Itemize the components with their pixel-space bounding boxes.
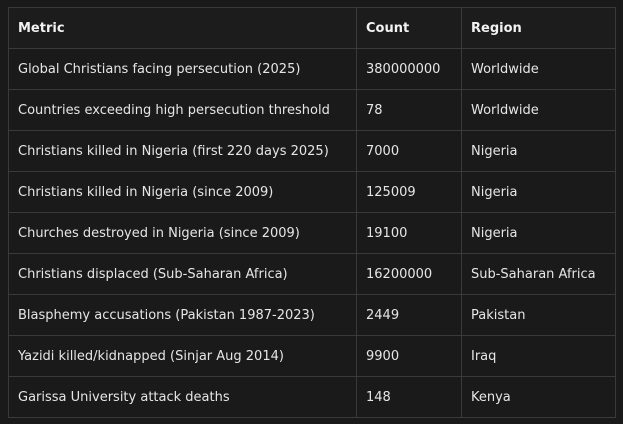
cell-count: 380000000 (356, 48, 462, 90)
cell-count: 125009 (356, 171, 462, 213)
cell-metric: Churches destroyed in Nigeria (since 200… (8, 212, 357, 254)
cell-metric: Countries exceeding high persecution thr… (8, 89, 357, 131)
cell-count: 78 (356, 89, 462, 131)
cell-region: Nigeria (461, 171, 616, 213)
table-row: Yazidi killed/kidnapped (Sinjar Aug 2014… (8, 335, 616, 377)
cell-region: Nigeria (461, 212, 616, 254)
cell-region: Worldwide (461, 48, 616, 90)
cell-count: 19100 (356, 212, 462, 254)
cell-region: Worldwide (461, 89, 616, 131)
cell-metric: Blasphemy accusations (Pakistan 1987-202… (8, 294, 357, 336)
table-row: Blasphemy accusations (Pakistan 1987-202… (8, 294, 616, 336)
table-row: Global Christians facing persecution (20… (8, 48, 616, 90)
cell-count: 148 (356, 376, 462, 418)
table-row: Churches destroyed in Nigeria (since 200… (8, 212, 616, 254)
cell-count: 2449 (356, 294, 462, 336)
cell-region: Pakistan (461, 294, 616, 336)
cell-region: Kenya (461, 376, 616, 418)
column-header-count[interactable]: Count (356, 7, 462, 49)
column-header-region[interactable]: Region (461, 7, 616, 49)
cell-metric: Garissa University attack deaths (8, 376, 357, 418)
cell-region: Nigeria (461, 130, 616, 172)
cell-region: Iraq (461, 335, 616, 377)
table-row: Christians killed in Nigeria (first 220 … (8, 130, 616, 172)
cell-metric: Christians killed in Nigeria (since 2009… (8, 171, 357, 213)
cell-metric: Christians displaced (Sub-Saharan Africa… (8, 253, 357, 295)
cell-count: 16200000 (356, 253, 462, 295)
table-header-row: Metric Count Region (8, 7, 616, 49)
cell-metric: Yazidi killed/kidnapped (Sinjar Aug 2014… (8, 335, 357, 377)
table-row: Christians killed in Nigeria (since 2009… (8, 171, 616, 213)
data-table-container: Metric Count Region Global Christians fa… (8, 7, 616, 418)
table-row: Christians displaced (Sub-Saharan Africa… (8, 253, 616, 295)
cell-count: 7000 (356, 130, 462, 172)
cell-metric: Global Christians facing persecution (20… (8, 48, 357, 90)
column-header-metric[interactable]: Metric (8, 7, 357, 49)
table-row: Garissa University attack deaths 148 Ken… (8, 376, 616, 418)
cell-count: 9900 (356, 335, 462, 377)
cell-region: Sub-Saharan Africa (461, 253, 616, 295)
cell-metric: Christians killed in Nigeria (first 220 … (8, 130, 357, 172)
table-row: Countries exceeding high persecution thr… (8, 89, 616, 131)
data-table: Metric Count Region Global Christians fa… (8, 7, 616, 418)
